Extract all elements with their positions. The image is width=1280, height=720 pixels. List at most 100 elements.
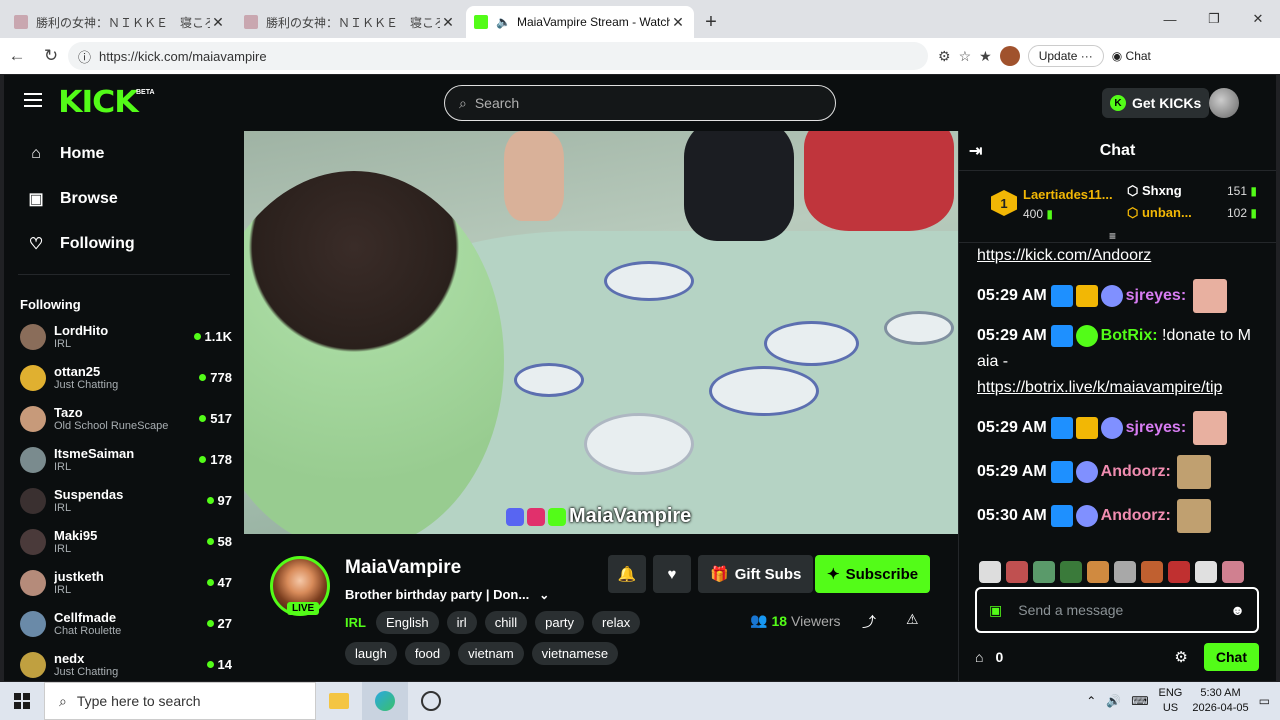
chat-link[interactable]: https://kick.com/Andoorz <box>977 247 1151 264</box>
browser-tab[interactable]: 勝利の女神：ＮＩＫＫＥ 寝ころび ✕ <box>236 6 464 38</box>
following-item[interactable]: Tazo Old School RuneScape 517 <box>4 398 244 439</box>
emote-icon[interactable] <box>1114 561 1136 583</box>
sidebar-nav-following[interactable]: ♡ Following <box>4 221 244 266</box>
url-field[interactable]: ⓘ https://kick.com/maiavampire <box>68 42 928 70</box>
sidebar-nav-browse[interactable]: ▣ Browse <box>4 176 244 221</box>
new-tab-button[interactable]: + <box>696 6 726 38</box>
menu-icon[interactable] <box>24 93 42 107</box>
taskbar-search[interactable]: ⌕ Type here to search <box>44 682 316 720</box>
extension-icon[interactable]: ⚙ <box>938 48 951 65</box>
close-tab-icon[interactable]: ✕ <box>440 14 456 31</box>
maximize-icon[interactable]: ❐ <box>1192 0 1236 38</box>
file-explorer-icon[interactable] <box>316 682 362 720</box>
close-tab-icon[interactable]: ✕ <box>670 14 686 31</box>
notification-bell-button[interactable]: 🔔 <box>608 555 646 593</box>
gem-badge-icon <box>1100 417 1123 439</box>
tag-chip[interactable]: relax <box>592 611 641 634</box>
speaker-icon[interactable]: 🔈 <box>496 15 511 29</box>
send-chat-button[interactable]: Chat <box>1203 643 1259 671</box>
follow-button[interactable]: ♥ <box>653 555 691 593</box>
following-item[interactable]: nedx Just Chatting 14 <box>4 644 244 681</box>
rank-badge: 1 <box>991 190 1017 216</box>
volume-icon[interactable]: 🔊 <box>1106 694 1121 708</box>
emote-icon[interactable] <box>1033 561 1055 583</box>
favorite-icon[interactable]: ☆ <box>959 48 972 65</box>
sidebar-nav-home[interactable]: ⌂ Home <box>4 131 244 176</box>
input-language[interactable]: ENG US <box>1159 686 1183 716</box>
tag-chip[interactable]: English <box>375 611 439 634</box>
gift-icon[interactable]: ▣ <box>989 602 1002 619</box>
bell-icon: 🔔 <box>617 566 637 583</box>
collapse-chat-icon[interactable]: ⇥ <box>969 141 982 161</box>
gift-leaderboard[interactable]: 1 Laertiades11... 400 ▮ ⬡ Shxng 151 ▮ ⬡ … <box>959 171 1276 243</box>
emote-icon[interactable] <box>1141 561 1163 583</box>
collections-icon[interactable]: ★ <box>979 48 992 65</box>
following-item[interactable]: Cellfmade Chat Roulette 27 <box>4 603 244 644</box>
video-player[interactable]: MaiaVampire <box>244 131 958 534</box>
following-item[interactable]: ottan25 Just Chatting 778 <box>4 357 244 398</box>
refresh-icon[interactable]: ↻ <box>34 41 68 71</box>
tag-chip[interactable]: chill <box>484 611 528 634</box>
emote-icon[interactable] <box>1168 561 1190 583</box>
emoji-icon[interactable]: ☻ <box>1230 602 1245 618</box>
get-kicks-button[interactable]: K Get KICKs <box>1102 88 1210 118</box>
chat-username[interactable]: BotRix: <box>1101 327 1158 344</box>
close-tab-icon[interactable]: ✕ <box>210 14 226 31</box>
report-icon[interactable]: ⚠ <box>906 611 919 628</box>
leaderboard-name: ⬡ unban... <box>1127 205 1192 220</box>
kick-logo[interactable]: KICK <box>58 85 139 120</box>
channel-name[interactable]: MaiaVampire <box>345 557 461 579</box>
chevron-up-icon[interactable]: ⌃ <box>1086 694 1096 708</box>
chat-username[interactable]: Andoorz: <box>1101 507 1171 524</box>
edge-icon[interactable] <box>362 682 408 720</box>
update-button[interactable]: Update ··· <box>1027 45 1104 67</box>
category-link[interactable]: IRL <box>345 615 366 630</box>
chat-settings-icon[interactable]: ⚙ <box>1174 648 1187 666</box>
copilot-chat-button[interactable]: ◉ Chat <box>1112 49 1151 63</box>
start-button[interactable] <box>0 682 44 720</box>
following-item[interactable]: LordHito IRL 1.1K <box>4 316 244 357</box>
emote-icon[interactable] <box>1195 561 1217 583</box>
subscribe-button[interactable]: ✦ Subscribe <box>815 555 931 593</box>
emote-icon[interactable] <box>979 561 1001 583</box>
chat-username[interactable]: sjreyes: <box>1126 287 1187 304</box>
expand-icon[interactable]: ≡ <box>1109 229 1116 243</box>
back-icon[interactable]: ← <box>0 41 34 71</box>
following-item[interactable]: Maki95 IRL 58 <box>4 521 244 562</box>
following-item[interactable]: Suspendas IRL 97 <box>4 480 244 521</box>
stream-title[interactable]: Brother birthday party | Don... ⌄ <box>345 587 549 602</box>
keyboard-icon[interactable]: ⌨ <box>1131 694 1148 708</box>
following-item[interactable]: ItsmeSaiman IRL 178 <box>4 439 244 480</box>
chat-input[interactable]: ▣ Send a message ☻ <box>975 587 1259 633</box>
tag-chip[interactable]: laugh <box>345 642 397 665</box>
following-item[interactable]: justketh IRL 47 <box>4 562 244 603</box>
user-avatar[interactable] <box>1209 88 1239 118</box>
gift-subs-button[interactable]: 🎁 Gift Subs <box>698 555 814 593</box>
emote-icon[interactable] <box>1060 561 1082 583</box>
chat-link[interactable]: https://botrix.live/k/maiavampire/tip <box>977 379 1222 396</box>
chat-username[interactable]: sjreyes: <box>1126 419 1187 436</box>
tag-chip[interactable]: party <box>535 611 585 634</box>
tag-chip[interactable]: irl <box>446 611 477 634</box>
emote-icon[interactable] <box>1087 561 1109 583</box>
channel-points[interactable]: ⌂ 0 <box>975 649 1003 665</box>
chevron-down-icon[interactable]: ⌄ <box>539 588 549 602</box>
chat-username[interactable]: Andoorz: <box>1101 463 1171 480</box>
profile-avatar[interactable] <box>999 46 1020 66</box>
app-icon[interactable] <box>408 682 454 720</box>
notification-icon[interactable]: ▭ <box>1259 694 1270 708</box>
close-window-icon[interactable]: ✕ <box>1236 0 1280 38</box>
tag-chip[interactable]: vietnam <box>458 642 524 665</box>
site-info-icon[interactable]: ⓘ <box>78 47 91 66</box>
tag-chip[interactable]: vietnamese <box>531 642 619 665</box>
browser-tab[interactable]: 勝利の女神：ＮＩＫＫＥ 寝ころび ✕ <box>6 6 234 38</box>
search-input[interactable]: ⌕ Search <box>444 85 836 121</box>
share-icon[interactable]: ⤴ <box>862 612 876 632</box>
clock[interactable]: 5:30 AM 2026-04-05 <box>1192 686 1248 716</box>
minimize-icon[interactable]: — <box>1148 0 1192 38</box>
tab-title: MaiaVampire Stream - Watch <box>516 15 670 29</box>
tag-chip[interactable]: food <box>404 642 451 665</box>
emote-icon[interactable] <box>1222 561 1244 583</box>
emote-icon[interactable] <box>1006 561 1028 583</box>
browser-tab-active[interactable]: 🔈 MaiaVampire Stream - Watch ✕ <box>466 6 694 38</box>
